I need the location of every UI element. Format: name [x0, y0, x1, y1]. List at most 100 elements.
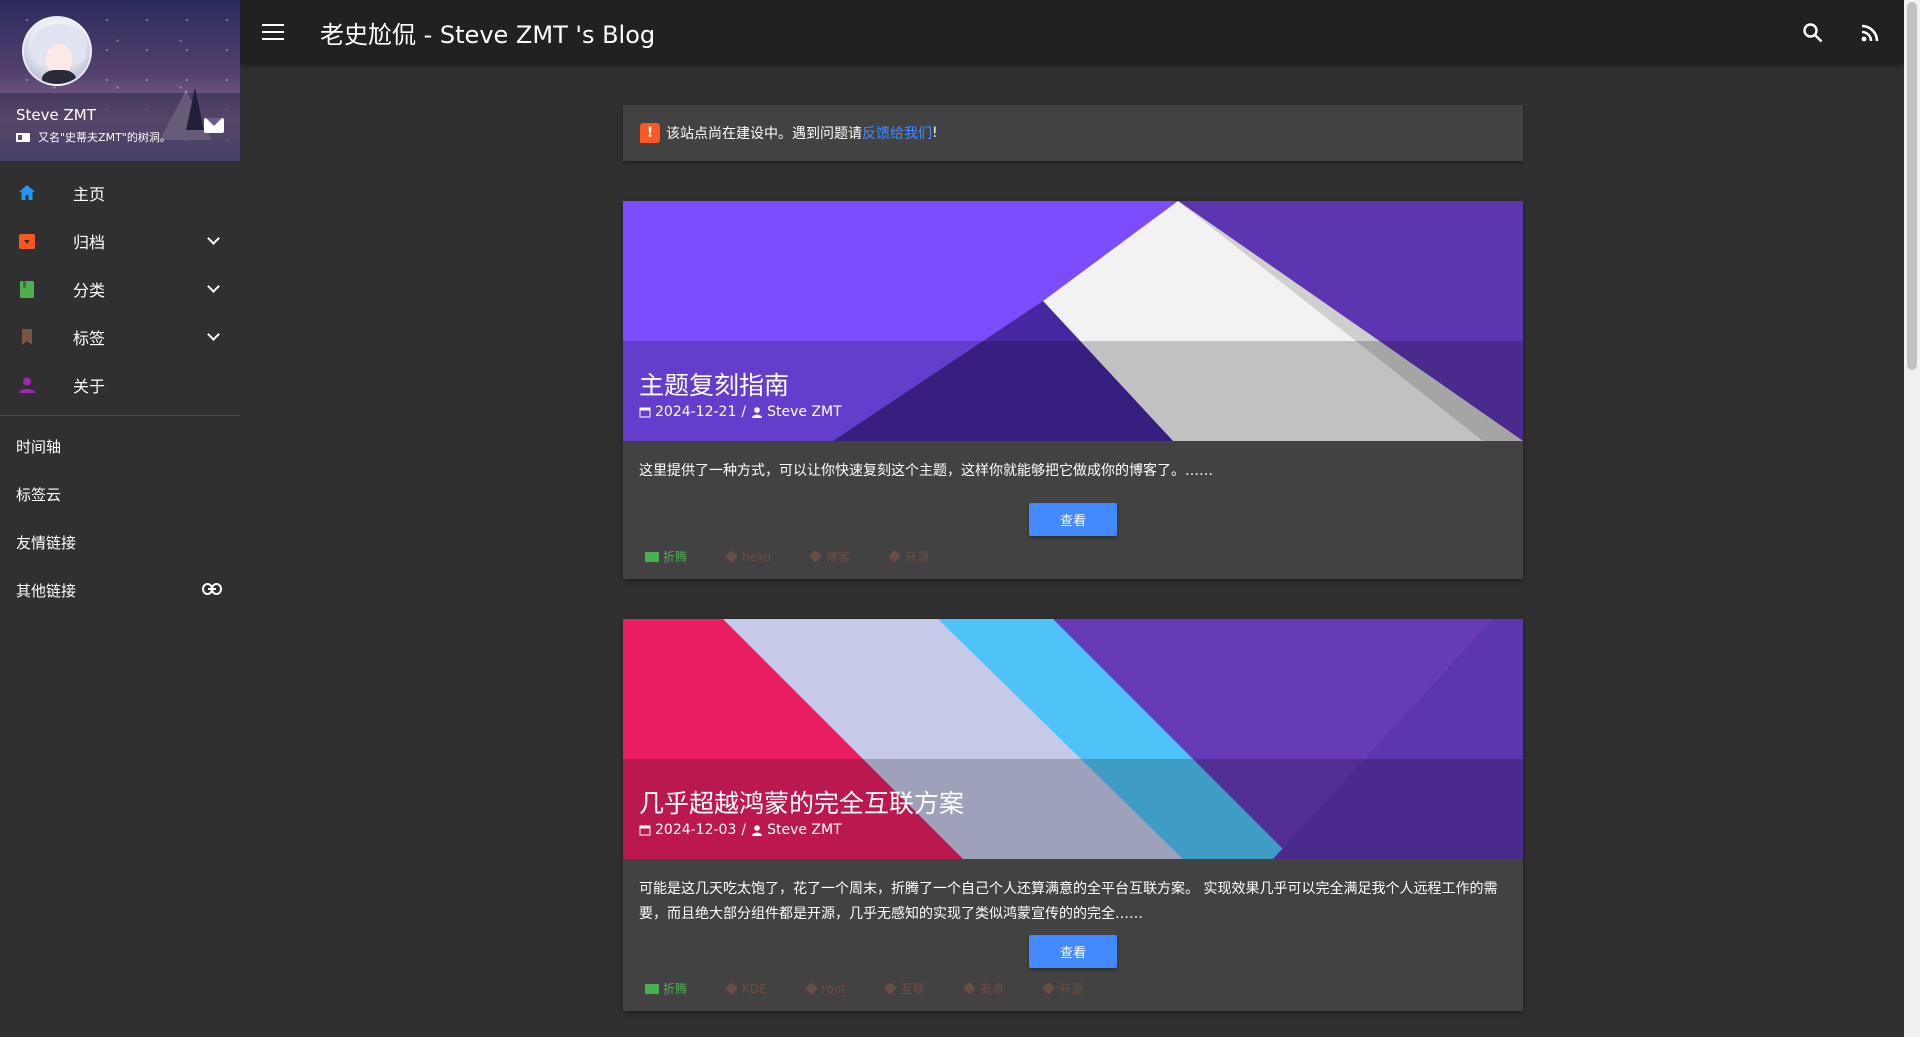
post-card: 几乎超越鸿蒙的完全互联方案 2024-12-03 / Steve ZMT 可能是… — [623, 619, 1523, 1011]
sidebar-item-timeline[interactable]: 时间轴 — [0, 422, 240, 470]
scrollbar-thumb[interactable] — [1907, 2, 1917, 370]
post-excerpt: 这里提供了一种方式，可以让你快速复刻这个主题，这样你就能够把它做成你的博客了。…… — [639, 463, 1213, 479]
post-tag[interactable]: 互联 — [883, 980, 925, 997]
construction-notice: ! 该站点尚在建设中。遇到问题请 反馈给我们 ! — [623, 105, 1523, 161]
category-label: 折腾 — [663, 982, 688, 996]
post-tag[interactable]: 安卓 — [962, 980, 1004, 997]
tag-label: root — [821, 981, 846, 996]
feedback-link[interactable]: 反馈给我们 — [862, 123, 932, 143]
post-tag[interactable]: 博客 — [809, 548, 850, 565]
sidebar-header: Steve ZMT 又名"史蒂夫ZMT"的树洞。 — [0, 0, 240, 161]
sidebar-nav: 主页 归档 分类 标签 关于 — [0, 161, 240, 409]
user-icon — [752, 407, 763, 418]
chevron-down-icon[interactable] — [207, 328, 220, 341]
sidebar-item-archive[interactable]: 归档 — [0, 217, 240, 265]
archive-icon — [17, 231, 37, 251]
page-scrollbar[interactable] — [1904, 0, 1920, 1037]
post-meta: 2024-12-21 / Steve ZMT — [639, 404, 842, 420]
post-cover-image[interactable]: 主题复刻指南 2024-12-21 / Steve ZMT — [623, 201, 1523, 441]
post-tag[interactable]: hexo — [725, 549, 771, 564]
folder-icon — [645, 551, 659, 562]
tag-icon — [804, 982, 818, 995]
sidebar-item-label: 时间轴 — [16, 437, 62, 456]
sidebar-item-categories[interactable]: 分类 — [0, 265, 240, 313]
tag-icon — [809, 550, 822, 563]
post-excerpt: 可能是这几天吃太饱了，花了一个周末，折腾了一个自己个人还算满意的全平台互联方案。… — [639, 881, 1498, 922]
folder-icon — [645, 983, 659, 994]
post-card: 主题复刻指南 2024-12-21 / Steve ZMT 这里提供了一种方式，… — [623, 201, 1523, 579]
post-tag[interactable]: 开源 — [888, 548, 929, 565]
post-tags: 折腾 hexo 博客 开源 — [623, 536, 1523, 579]
sidebar-item-tags[interactable]: 标签 — [0, 313, 240, 361]
tag-label: 开源 — [1058, 982, 1083, 996]
tag-icon — [962, 982, 976, 995]
rss-icon[interactable] — [1860, 23, 1880, 43]
meta-separator: / — [741, 404, 747, 420]
post-tag[interactable]: root — [804, 981, 846, 996]
post-meta: 2024-12-03 / Steve ZMT — [639, 822, 842, 838]
post-category[interactable]: 折腾 — [645, 548, 687, 565]
tag-icon — [725, 550, 738, 563]
post-category[interactable]: 折腾 — [645, 980, 687, 997]
notice-text: 该站点尚在建设中。遇到问题请 — [666, 126, 862, 142]
topbar: 老史尬侃 - Steve ZMT 's Blog — [240, 0, 1904, 64]
sidebar-item-friend-links[interactable]: 友情链接 — [0, 518, 240, 566]
post-author[interactable]: Steve ZMT — [767, 404, 842, 420]
sidebar-item-label: 友情链接 — [16, 533, 77, 552]
tag-label: 互联 — [900, 982, 925, 996]
owner-description: 又名"史蒂夫ZMT"的树洞。 — [16, 129, 171, 145]
bookmark-icon — [17, 327, 37, 347]
sidebar-item-label: 标签 — [73, 329, 106, 348]
id-card-icon — [16, 132, 30, 142]
post-author[interactable]: Steve ZMT — [767, 822, 842, 838]
post-tag[interactable]: KDE — [725, 981, 767, 996]
mail-icon[interactable] — [204, 118, 224, 133]
tag-label: 安卓 — [979, 982, 1004, 996]
post-actions: 查看 — [623, 495, 1523, 536]
tag-label: 开源 — [904, 550, 929, 564]
avatar[interactable] — [22, 16, 92, 86]
meta-separator: / — [741, 822, 747, 838]
sidebar: Steve ZMT 又名"史蒂夫ZMT"的树洞。 主页 归档 分类 标签 关于 … — [0, 0, 240, 1037]
owner-name: Steve ZMT — [16, 106, 96, 124]
sidebar-item-label: 分类 — [73, 281, 106, 300]
book-icon — [17, 279, 37, 299]
tag-icon — [725, 982, 738, 995]
person-icon — [17, 375, 37, 395]
calendar-icon — [639, 407, 651, 418]
link-icon — [202, 582, 222, 596]
avatar-body — [42, 70, 76, 84]
sidebar-item-tag-cloud[interactable]: 标签云 — [0, 470, 240, 518]
sidebar-item-label: 标签云 — [16, 485, 62, 504]
sidebar-item-label: 归档 — [73, 233, 106, 252]
calendar-icon — [639, 825, 651, 836]
read-more-button[interactable]: 查看 — [1029, 935, 1117, 968]
menu-icon[interactable] — [262, 24, 284, 40]
sidebar-item-other-links[interactable]: 其他链接 — [0, 566, 240, 614]
tag-icon — [883, 982, 897, 995]
post-title[interactable]: 几乎超越鸿蒙的完全互联方案 — [639, 784, 964, 820]
search-icon[interactable] — [1802, 22, 1824, 44]
sidebar-item-home[interactable]: 主页 — [0, 169, 240, 217]
sidebar-divider — [0, 415, 240, 416]
sidebar-item-label: 关于 — [73, 377, 106, 396]
read-more-button[interactable]: 查看 — [1029, 503, 1117, 536]
chevron-down-icon[interactable] — [207, 280, 220, 293]
post-title[interactable]: 主题复刻指南 — [639, 366, 789, 402]
post-date: 2024-12-03 — [655, 822, 737, 838]
site-title[interactable]: 老史尬侃 - Steve ZMT 's Blog — [320, 15, 655, 50]
owner-description-text: 又名"史蒂夫ZMT"的树洞。 — [38, 131, 171, 144]
tag-label: KDE — [742, 981, 767, 996]
post-tag[interactable]: 开源 — [1041, 980, 1083, 997]
sidebar-item-label: 其他链接 — [16, 581, 77, 600]
tag-icon — [1041, 982, 1055, 995]
sidebar-item-about[interactable]: 关于 — [0, 361, 240, 409]
post-actions: 查看 — [623, 927, 1523, 968]
tag-label: hexo — [742, 549, 771, 564]
post-cover-image[interactable]: 几乎超越鸿蒙的完全互联方案 2024-12-03 / Steve ZMT — [623, 619, 1523, 859]
notice-text-end: ! — [932, 125, 938, 141]
home-icon — [17, 183, 37, 203]
chevron-down-icon[interactable] — [207, 232, 220, 245]
category-label: 折腾 — [663, 550, 688, 564]
tag-icon — [888, 550, 901, 563]
